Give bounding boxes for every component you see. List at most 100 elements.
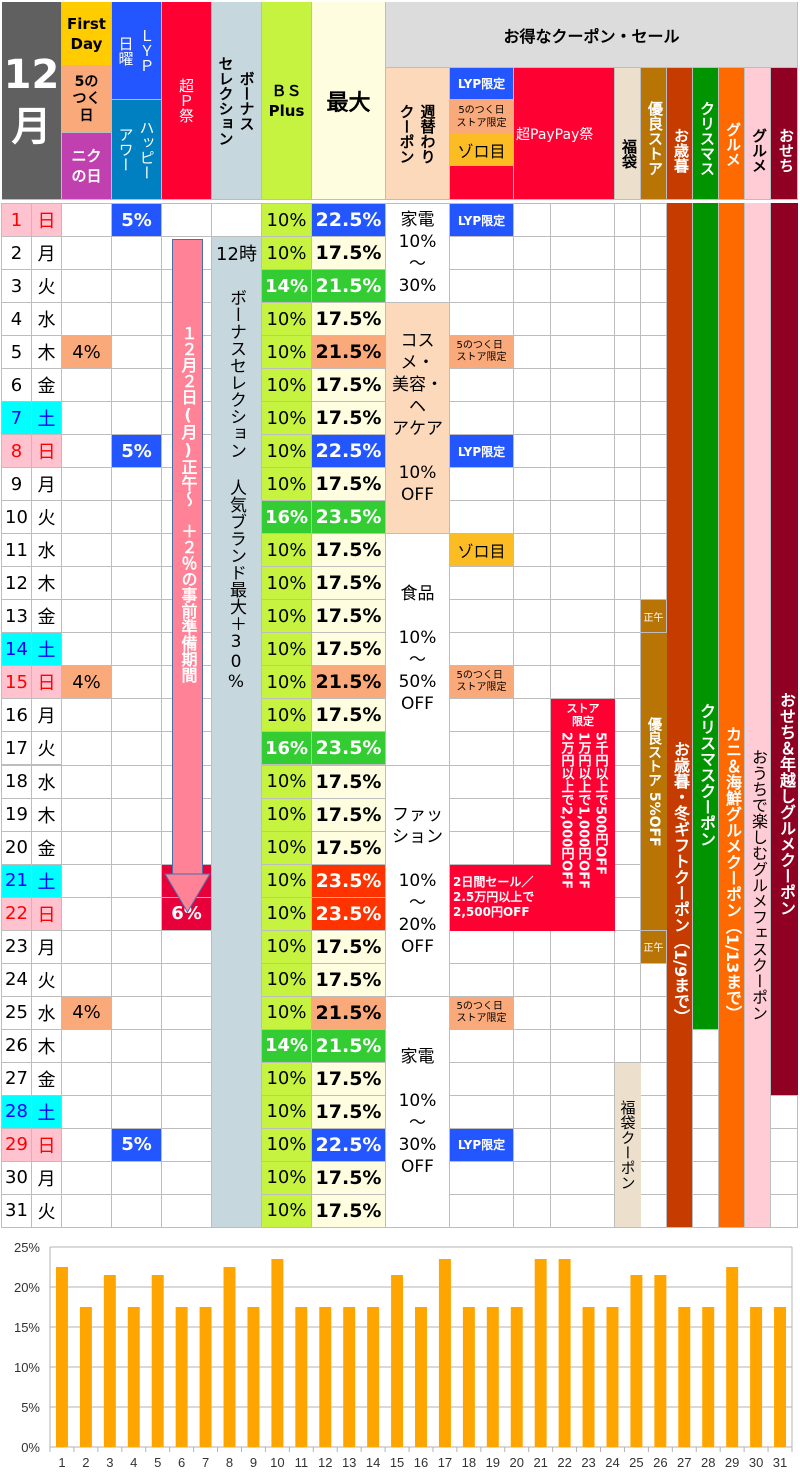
- weekday: 月: [32, 237, 62, 271]
- zorome-badge: ゾロ目: [450, 534, 514, 568]
- bs-plus-rate: 10%: [262, 435, 312, 469]
- x-tick-label: 8: [226, 1455, 233, 1470]
- bs-plus-rate: 14%: [262, 270, 312, 304]
- max-rate: 22.5%: [312, 204, 386, 238]
- max-rate: 17.5%: [312, 237, 386, 271]
- y-tick-label: 15%: [14, 1320, 40, 1335]
- bar: [654, 1275, 667, 1447]
- max-rate: 17.5%: [312, 303, 386, 337]
- x-tick-label: 24: [605, 1455, 619, 1470]
- day-number: 20: [2, 831, 32, 865]
- bar: [510, 1307, 523, 1447]
- bar: [319, 1307, 332, 1447]
- day-number: 23: [2, 930, 32, 964]
- day-number: 30: [2, 1161, 32, 1195]
- bar: [606, 1307, 619, 1447]
- christmas-coupon: クリスマスクーポン: [693, 203, 718, 1029]
- weekday: 日: [32, 666, 62, 700]
- yuryo-store-coupon: 優良ストア 5%OFF: [641, 633, 667, 931]
- lyp-limited-badge: LYP限定: [450, 435, 514, 469]
- weekday: 木: [32, 567, 62, 601]
- bs-plus-header: ＢＳ Plus: [262, 2, 312, 200]
- bar: [175, 1307, 188, 1447]
- five-day-rate: 4%: [62, 336, 112, 370]
- max-rate: 23.5%: [312, 501, 386, 535]
- gourmet-header: グルメ: [719, 68, 745, 200]
- bar: [726, 1267, 739, 1447]
- max-rate: 17.5%: [312, 699, 386, 733]
- max-rate: 17.5%: [312, 1194, 386, 1228]
- bs-plus-rate: 10%: [262, 1161, 312, 1195]
- y-tick-label: 5%: [21, 1400, 40, 1415]
- weekday: 月: [32, 1161, 62, 1195]
- weekday: 火: [32, 732, 62, 766]
- x-tick-label: 16: [414, 1455, 428, 1470]
- bar: [55, 1267, 68, 1447]
- day-number: 13: [2, 600, 32, 634]
- x-tick-label: 21: [533, 1455, 547, 1470]
- lyp-sunday-rate: 5%: [112, 435, 162, 469]
- bs-plus-rate: 10%: [262, 369, 312, 403]
- bar: [247, 1307, 260, 1447]
- weekday: 土: [32, 864, 62, 898]
- bar: [462, 1307, 475, 1447]
- max-rate: 17.5%: [312, 1062, 386, 1096]
- day-number: 28: [2, 1095, 32, 1129]
- bs-plus-rate: 10%: [262, 468, 312, 502]
- day-number: 12: [2, 567, 32, 601]
- bs-plus-rate: 10%: [262, 1194, 312, 1228]
- bs-plus-rate: 16%: [262, 732, 312, 766]
- lyp-sunday-rate: 5%: [112, 204, 162, 238]
- y-tick-label: 25%: [14, 1240, 40, 1255]
- max-rate: 21.5%: [312, 336, 386, 370]
- x-tick-label: 3: [106, 1455, 113, 1470]
- weekday: 水: [32, 996, 62, 1030]
- bar: [750, 1307, 763, 1447]
- bar: [343, 1307, 356, 1447]
- day-number: 9: [2, 468, 32, 502]
- x-tick-label: 2: [82, 1455, 89, 1470]
- zorome-header: ゾロ目: [450, 134, 514, 166]
- max-rate: 22.5%: [312, 435, 386, 469]
- lyp-limited-header: LYP限定: [450, 68, 514, 100]
- day-number: 26: [2, 1029, 32, 1063]
- max-rate: 17.5%: [312, 765, 386, 799]
- bs-plus-rate: 10%: [262, 567, 312, 601]
- weekday: 火: [32, 1194, 62, 1228]
- osechi-coupon: おせち＆年越しグルメクーポン: [771, 203, 798, 1095]
- x-tick-label: 22: [557, 1455, 571, 1470]
- bar: [223, 1267, 236, 1447]
- bs-plus-rate: 10%: [262, 765, 312, 799]
- x-tick-label: 20: [510, 1455, 524, 1470]
- x-tick-label: 26: [653, 1455, 667, 1470]
- x-tick-label: 6: [178, 1455, 185, 1470]
- max-rate: 17.5%: [312, 369, 386, 403]
- day-number: 21: [2, 864, 32, 898]
- lyp-limited-badge: LYP限定: [450, 1128, 514, 1162]
- x-tick-label: 5: [154, 1455, 161, 1470]
- weekday: 水: [32, 765, 62, 799]
- max-rate: 17.5%: [312, 567, 386, 601]
- x-tick-label: 9: [250, 1455, 257, 1470]
- grid-line: [2, 1226, 798, 1228]
- bs-plus-rate: 10%: [262, 204, 312, 238]
- five-day-rate: 4%: [62, 666, 112, 700]
- bs-plus-rate: 10%: [262, 963, 312, 997]
- weekday: 月: [32, 468, 62, 502]
- max-rate: 17.5%: [312, 930, 386, 964]
- weekday: 木: [32, 1029, 62, 1063]
- day-number: 25: [2, 996, 32, 1030]
- x-tick-label: 31: [773, 1455, 787, 1470]
- bar: [558, 1259, 571, 1447]
- weekday: 日: [32, 1128, 62, 1162]
- bs-plus-rate: 10%: [262, 600, 312, 634]
- day-number: 14: [2, 633, 32, 667]
- coupon-sale-header: お得なクーポン・セール: [386, 2, 798, 68]
- weekly-coupon-span: 食品 10% ～ 50% OFF: [386, 534, 449, 765]
- max-rate: 23.5%: [312, 864, 386, 898]
- x-tick-label: 28: [701, 1455, 715, 1470]
- day-number: 4: [2, 303, 32, 337]
- yuryo-noon-end: 正午: [641, 930, 667, 964]
- x-tick-label: 1: [58, 1455, 65, 1470]
- weekly-coupon-span: 家電 10% ～ 30% OFF: [386, 996, 449, 1227]
